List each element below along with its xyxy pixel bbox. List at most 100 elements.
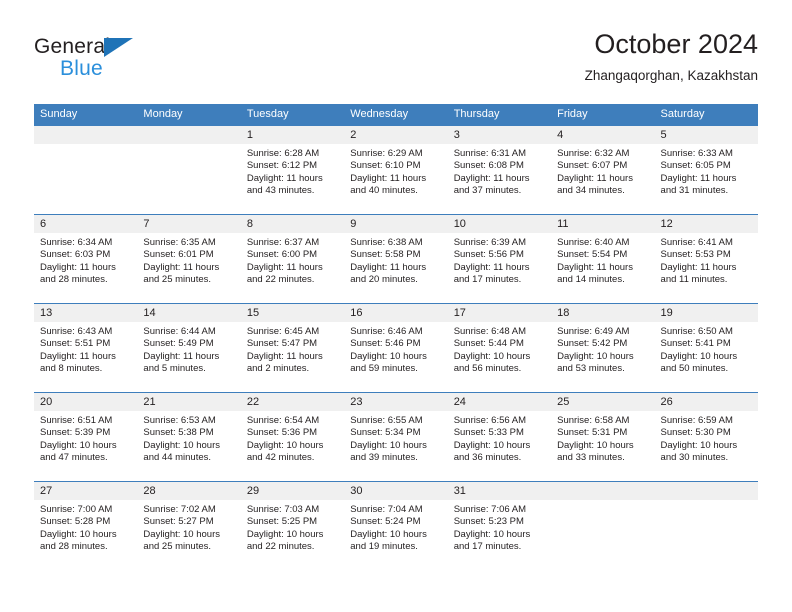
calendar-grid: Sunday Monday Tuesday Wednesday Thursday…	[34, 104, 758, 570]
sunset-text: Sunset: 5:54 PM	[557, 249, 628, 261]
day-cell-inner	[34, 126, 138, 214]
daylight-text-line2: and 43 minutes.	[246, 185, 315, 197]
calendar-day-cell[interactable]: 10 Sunrise: 6:39 AM Sunset: 5:56 PM Dayligh…	[447, 214, 552, 304]
day-cell-inner	[654, 482, 758, 570]
sun-info: Sunrise: 6:48 AM Sunset: 5:44 PM Daylight:…	[448, 322, 551, 376]
calendar-day-cell[interactable]: 6 Sunrise: 6:34 AM Sunset: 6:03 PM Daylight…	[34, 214, 138, 304]
sunrise-text: Sunrise: 6:54 AM	[246, 415, 320, 426]
calendar-day-cell[interactable]: 22 Sunrise: 6:54 AM Sunset: 5:36 PM Dayligh…	[240, 392, 345, 482]
calendar-day-cell[interactable]: 2 Sunrise: 6:29 AM Sunset: 6:10 PM Daylight…	[344, 125, 448, 215]
daylight-text-line1: Daylight: 11 hours	[143, 261, 220, 273]
calendar-day-cell[interactable]: 15 Sunrise: 6:45 AM Sunset: 5:47 PM Dayligh…	[240, 303, 345, 393]
daylight-text-line2: and 36 minutes.	[453, 452, 522, 464]
calendar-day-cell[interactable]: 3 Sunrise: 6:31 AM Sunset: 6:08 PM Daylight…	[447, 125, 552, 215]
calendar-day-cell[interactable]: 5 Sunrise: 6:33 AM Sunset: 6:05 PM Daylight…	[654, 125, 758, 215]
daylight-text-line2: and 31 minutes.	[660, 185, 729, 197]
day-cell-inner: 19 Sunrise: 6:50 AM Sunset: 5:41 PM Dayligh…	[654, 304, 758, 392]
sunset-text: Sunset: 5:49 PM	[143, 338, 214, 350]
calendar-day-cell[interactable]: 9 Sunrise: 6:38 AM Sunset: 5:58 PM Daylight…	[344, 214, 448, 304]
daylight-text-line2: and 22 minutes.	[246, 274, 315, 286]
calendar-day-cell[interactable]: 31 Sunrise: 7:06 AM Sunset: 5:23 PM Dayligh…	[447, 481, 552, 570]
sun-info: Sunrise: 6:59 AM Sunset: 5:30 PM Daylight:…	[655, 411, 758, 465]
day-cell-inner: 15 Sunrise: 6:45 AM Sunset: 5:47 PM Dayligh…	[240, 304, 345, 392]
calendar-day-cell[interactable]: 19 Sunrise: 6:50 AM Sunset: 5:41 PM Dayligh…	[654, 303, 758, 393]
calendar-week-row: 1 Sunrise: 6:28 AM Sunset: 6:12 PM Daylight…	[34, 125, 758, 215]
sunset-text: Sunset: 6:08 PM	[453, 160, 524, 172]
sunset-text: Sunset: 5:51 PM	[40, 338, 111, 350]
calendar-day-cell[interactable]: 11 Sunrise: 6:40 AM Sunset: 5:54 PM Dayligh…	[551, 214, 655, 304]
sunrise-text: Sunrise: 6:39 AM	[453, 237, 527, 248]
day-cell-inner: 6 Sunrise: 6:34 AM Sunset: 6:03 PM Daylight…	[34, 215, 138, 303]
general-blue-logo[interactable]: General Blue	[34, 36, 254, 92]
sun-info: Sunrise: 6:43 AM Sunset: 5:51 PM Daylight:…	[34, 322, 137, 376]
day-number: 25	[551, 393, 655, 411]
sun-info: Sunrise: 6:32 AM Sunset: 6:07 PM Daylight:…	[551, 144, 654, 198]
calendar-day-cell[interactable]: 4 Sunrise: 6:32 AM Sunset: 6:07 PM Daylight…	[551, 125, 655, 215]
day-number: 6	[34, 215, 138, 233]
sunrise-text: Sunrise: 6:51 AM	[40, 415, 113, 426]
calendar-day-cell[interactable]: 23 Sunrise: 6:55 AM Sunset: 5:34 PM Dayligh…	[344, 392, 448, 482]
daylight-text-line1: Daylight: 10 hours	[557, 439, 634, 451]
calendar-day-cell[interactable]: 24 Sunrise: 6:56 AM Sunset: 5:33 PM Dayligh…	[447, 392, 552, 482]
calendar-day-cell[interactable]: 25 Sunrise: 6:58 AM Sunset: 5:31 PM Dayligh…	[551, 392, 655, 482]
sunset-text: Sunset: 6:00 PM	[246, 249, 318, 261]
sunrise-text: Sunrise: 6:37 AM	[246, 237, 320, 248]
day-number: 11	[551, 215, 655, 233]
sun-info: Sunrise: 6:37 AM Sunset: 6:00 PM Daylight:…	[241, 233, 344, 287]
daylight-text-line2: and 33 minutes.	[557, 452, 625, 464]
day-cell-inner: 12 Sunrise: 6:41 AM Sunset: 5:53 PM Dayligh…	[654, 215, 758, 303]
sunrise-text: Sunrise: 6:38 AM	[350, 237, 423, 248]
day-number: 1	[240, 126, 345, 144]
sunset-text: Sunset: 5:28 PM	[40, 516, 111, 528]
weekday-header-friday: Friday	[551, 104, 655, 126]
logo-text-blue: Blue	[60, 57, 103, 80]
day-number: 21	[137, 393, 241, 411]
calendar-day-cell[interactable]: 20 Sunrise: 6:51 AM Sunset: 5:39 PM Dayligh…	[34, 392, 138, 482]
sunrise-text: Sunrise: 6:53 AM	[143, 415, 216, 426]
calendar-day-cell[interactable]: 1 Sunrise: 6:28 AM Sunset: 6:12 PM Daylight…	[240, 125, 345, 215]
day-cell-inner: 1 Sunrise: 6:28 AM Sunset: 6:12 PM Daylight…	[240, 126, 345, 214]
day-number: 3	[447, 126, 552, 144]
day-number	[137, 126, 241, 144]
day-cell-inner: 4 Sunrise: 6:32 AM Sunset: 6:07 PM Daylight…	[551, 126, 655, 214]
calendar-day-cell[interactable]: 13 Sunrise: 6:43 AM Sunset: 5:51 PM Dayligh…	[34, 303, 138, 393]
sunset-text: Sunset: 5:46 PM	[350, 338, 421, 350]
daylight-text-line2: and 34 minutes.	[557, 185, 625, 197]
calendar-day-cell[interactable]: 29 Sunrise: 7:03 AM Sunset: 5:25 PM Dayligh…	[240, 481, 345, 570]
calendar-day-cell[interactable]: 17 Sunrise: 6:48 AM Sunset: 5:44 PM Dayligh…	[447, 303, 552, 393]
sun-info: Sunrise: 6:31 AM Sunset: 6:08 PM Daylight:…	[448, 144, 551, 198]
sunset-text: Sunset: 5:27 PM	[143, 516, 214, 528]
sun-info: Sunrise: 6:34 AM Sunset: 6:03 PM Daylight:…	[34, 233, 137, 287]
calendar-day-cell[interactable]: 16 Sunrise: 6:46 AM Sunset: 5:46 PM Dayligh…	[344, 303, 448, 393]
calendar-day-cell[interactable]: 27 Sunrise: 7:00 AM Sunset: 5:28 PM Dayligh…	[34, 481, 138, 570]
daylight-text-line1: Daylight: 10 hours	[453, 439, 531, 451]
daylight-text-line1: Daylight: 11 hours	[453, 172, 530, 184]
daylight-text-line2: and 25 minutes.	[143, 541, 212, 553]
day-cell-inner	[551, 482, 655, 570]
calendar-day-cell[interactable]: 7 Sunrise: 6:35 AM Sunset: 6:01 PM Daylight…	[137, 214, 241, 304]
sunrise-text: Sunrise: 7:02 AM	[143, 504, 216, 515]
sun-info: Sunrise: 6:50 AM Sunset: 5:41 PM Daylight:…	[655, 322, 758, 376]
calendar-day-cell[interactable]: 28 Sunrise: 7:02 AM Sunset: 5:27 PM Dayligh…	[137, 481, 241, 570]
day-number: 7	[137, 215, 241, 233]
calendar-day-cell[interactable]: 26 Sunrise: 6:59 AM Sunset: 5:30 PM Dayligh…	[654, 392, 758, 482]
daylight-text-line2: and 39 minutes.	[350, 452, 418, 464]
daylight-text-line1: Daylight: 11 hours	[453, 261, 530, 273]
sun-info: Sunrise: 6:40 AM Sunset: 5:54 PM Daylight:…	[551, 233, 654, 287]
calendar-day-cell[interactable]: 8 Sunrise: 6:37 AM Sunset: 6:00 PM Daylight…	[240, 214, 345, 304]
sun-info: Sunrise: 6:35 AM Sunset: 6:01 PM Daylight:…	[137, 233, 240, 287]
weekday-header-sunday: Sunday	[34, 104, 138, 126]
sun-info: Sunrise: 7:03 AM Sunset: 5:25 PM Daylight:…	[241, 500, 344, 554]
calendar-day-cell[interactable]: 14 Sunrise: 6:44 AM Sunset: 5:49 PM Dayligh…	[137, 303, 241, 393]
daylight-text-line2: and 22 minutes.	[246, 541, 315, 553]
daylight-text-line2: and 25 minutes.	[143, 274, 212, 286]
calendar-day-cell[interactable]: 30 Sunrise: 7:04 AM Sunset: 5:24 PM Dayligh…	[344, 481, 448, 570]
calendar-day-cell[interactable]: 21 Sunrise: 6:53 AM Sunset: 5:38 PM Dayligh…	[137, 392, 241, 482]
daylight-text-line1: Daylight: 11 hours	[660, 172, 737, 184]
day-number: 10	[447, 215, 552, 233]
triangle-icon	[104, 38, 133, 57]
calendar-day-cell[interactable]: 18 Sunrise: 6:49 AM Sunset: 5:42 PM Dayligh…	[551, 303, 655, 393]
day-cell-inner: 18 Sunrise: 6:49 AM Sunset: 5:42 PM Dayligh…	[551, 304, 655, 392]
calendar-day-cell[interactable]: 12 Sunrise: 6:41 AM Sunset: 5:53 PM Dayligh…	[654, 214, 758, 304]
sunrise-text: Sunrise: 6:35 AM	[143, 237, 216, 248]
